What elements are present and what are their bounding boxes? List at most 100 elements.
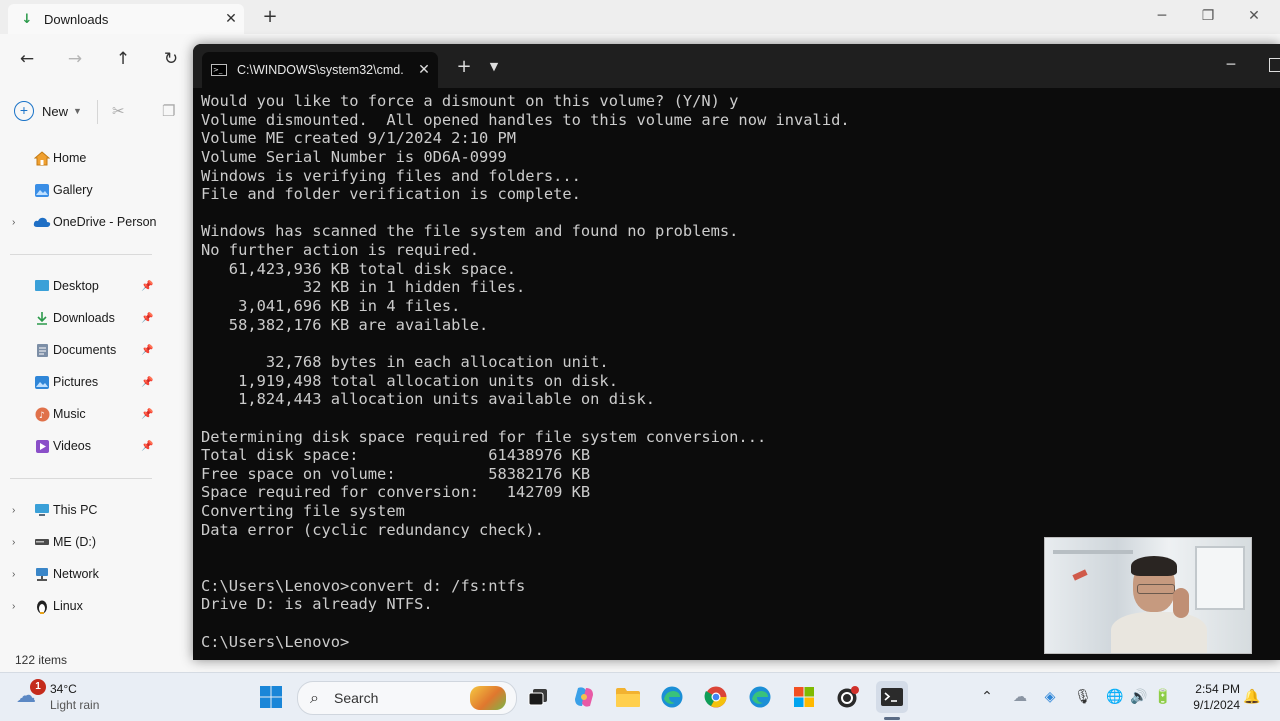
sidebar-item-me-drive[interactable]: › ME (D:) (0, 528, 160, 556)
sidebar-item-label: Network (53, 567, 99, 581)
new-tab-button[interactable]: + (258, 6, 282, 28)
new-terminal-tab-button[interactable]: + (453, 56, 475, 78)
weather-condition: Light rain (50, 698, 100, 712)
chevron-right-icon[interactable]: › (12, 601, 15, 612)
chevron-down-icon[interactable]: ▼ (485, 56, 503, 78)
terminal-minimize-button[interactable]: ─ (1219, 54, 1243, 76)
edge-button[interactable] (656, 681, 688, 713)
start-button[interactable] (255, 681, 287, 713)
chevron-right-icon[interactable]: › (12, 505, 15, 516)
sidebar-item-desktop[interactable]: Desktop 📌 (0, 272, 160, 300)
up-arrow-icon[interactable]: ↑ (110, 48, 136, 70)
terminal-line: Space required for conversion: 142709 KB (201, 483, 591, 502)
back-arrow-icon[interactable]: ← (14, 48, 40, 70)
sidebar-item-gallery[interactable]: Gallery (0, 176, 160, 204)
copilot-button[interactable] (568, 681, 600, 713)
terminal-tab-label: C:\WINDOWS\system32\cmd. (237, 63, 404, 77)
notification-bell-icon[interactable]: 🔔 (1242, 687, 1262, 707)
pin-icon[interactable]: 📌 (141, 441, 153, 452)
pin-icon[interactable]: 📌 (141, 281, 153, 292)
chrome-icon (704, 686, 727, 708)
sidebar-item-linux[interactable]: › Linux (0, 592, 160, 620)
chevron-up-icon[interactable]: ⌃ (977, 687, 997, 707)
terminal-line: 61,423,936 KB total disk space. (201, 259, 517, 278)
sidebar-item-home[interactable]: Home (0, 144, 160, 172)
terminal-maximize-button[interactable] (1269, 58, 1280, 72)
download-icon: ↓ (21, 11, 33, 27)
pin-icon[interactable]: 📌 (141, 377, 153, 388)
terminal-button[interactable] (876, 681, 908, 713)
webcam-person-glasses (1137, 584, 1175, 594)
close-tab-icon[interactable]: ✕ (218, 11, 244, 27)
refresh-icon[interactable]: ↻ (158, 48, 184, 70)
videos-icon (33, 438, 51, 454)
minimize-button[interactable]: ─ (1140, 4, 1184, 28)
terminal-line: 3,041,696 KB in 4 files. (201, 297, 461, 316)
chevron-right-icon[interactable]: › (12, 569, 15, 580)
microphone-icon[interactable]: 🎙 (1073, 687, 1093, 707)
edge-secondary-button[interactable] (744, 681, 776, 713)
pin-icon[interactable]: 📌 (141, 313, 153, 324)
clock-date: 9/1/2024 (1193, 698, 1240, 712)
sidebar-item-this-pc[interactable]: › This PC (0, 496, 160, 524)
terminal-line: Windows has scanned the file system and … (201, 222, 739, 241)
computer-icon (33, 502, 51, 518)
volume-icon[interactable]: 🔊 (1129, 687, 1149, 707)
task-view-button[interactable] (522, 681, 554, 713)
weather-widget[interactable]: ☁ 1 34°C Light rain (16, 679, 126, 714)
forward-arrow-icon[interactable]: → (62, 48, 88, 70)
clock[interactable]: 2:54 PM 9/1/2024 (1180, 681, 1240, 713)
tray-app-icon[interactable]: ◈ (1040, 687, 1060, 707)
chevron-down-icon: ▼ (73, 106, 82, 116)
globe-icon[interactable]: 🌐 (1105, 687, 1125, 707)
pin-icon[interactable]: 📌 (141, 409, 153, 420)
terminal-tab-cmd[interactable]: >_ C:\WINDOWS\system32\cmd. ✕ (202, 52, 438, 88)
file-explorer-button[interactable] (612, 681, 644, 713)
chevron-right-icon[interactable]: › (12, 537, 15, 548)
search-highlight-image (470, 686, 506, 710)
sidebar-item-network[interactable]: › Network (0, 560, 160, 588)
pin-icon[interactable]: 📌 (141, 345, 153, 356)
documents-icon (33, 342, 51, 358)
battery-icon[interactable]: 🔋 (1153, 687, 1173, 707)
close-tab-icon[interactable]: ✕ (410, 62, 438, 78)
taskbar-search-box[interactable]: ⌕ Search (297, 681, 517, 715)
terminal-line: No further action is required. (201, 241, 479, 260)
obs-button[interactable] (832, 681, 864, 713)
windows-logo-icon (260, 686, 282, 708)
close-window-button[interactable]: ✕ (1232, 4, 1276, 28)
sidebar-item-pictures[interactable]: Pictures 📌 (0, 368, 160, 396)
chrome-button[interactable] (700, 681, 732, 713)
cut-icon[interactable]: ✂ (112, 102, 125, 120)
webcam-person-body (1111, 612, 1207, 653)
sidebar-item-videos[interactable]: Videos 📌 (0, 432, 160, 460)
terminal-line: Determining disk space required for file… (201, 427, 767, 446)
obs-icon (837, 686, 859, 708)
cloud-icon (33, 214, 51, 230)
sidebar-divider (10, 254, 152, 255)
terminal-line: Free space on volume: 58382176 KB (201, 464, 591, 483)
sidebar-item-onedrive[interactable]: › OneDrive - Persona (0, 208, 160, 236)
terminal-titlebar: >_ C:\WINDOWS\system32\cmd. ✕ + ▼ ─ (193, 44, 1280, 88)
terminal-line: Volume dismounted. All opened handles to… (201, 110, 850, 129)
restore-button[interactable]: ❐ (1186, 4, 1230, 28)
webcam-overlay (1044, 537, 1252, 654)
toolbar-divider (97, 100, 98, 124)
new-button[interactable]: + New ▼ (14, 100, 82, 122)
microsoft-store-button[interactable] (788, 681, 820, 713)
explorer-command-bar: + New ▼ ✂ ❐ (0, 92, 200, 130)
onedrive-tray-icon[interactable]: ☁ (1010, 687, 1030, 707)
copy-icon[interactable]: ❐ (162, 102, 175, 120)
terminal-line: 32,768 bytes in each allocation unit. (201, 352, 609, 371)
desktop-icon (33, 278, 51, 294)
explorer-tab-downloads[interactable]: ↓ Downloads ✕ (8, 4, 244, 34)
chevron-right-icon[interactable]: › (12, 217, 15, 228)
download-icon (33, 310, 51, 326)
sidebar-item-music[interactable]: ♪ Music 📌 (0, 400, 160, 428)
sidebar-item-documents[interactable]: Documents 📌 (0, 336, 160, 364)
terminal-line: Volume ME created 9/1/2024 2:10 PM (201, 129, 517, 148)
webcam-person-hair (1131, 556, 1177, 576)
sidebar-item-downloads[interactable]: Downloads 📌 (0, 304, 160, 332)
